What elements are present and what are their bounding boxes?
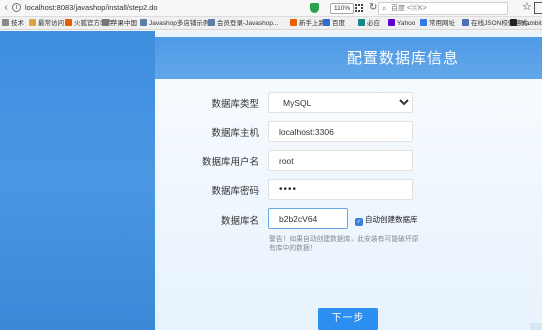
bookmark-item[interactable]: 百度 <box>323 17 345 29</box>
db-password-label: 数据库密码 <box>211 186 259 197</box>
bookmark-favicon-icon <box>323 19 330 26</box>
bookmark-label: Javashop多店铺示例... <box>149 20 215 27</box>
bookmark-item[interactable]: Teambition <box>510 17 542 29</box>
bookmark-label: 最常访问 <box>38 20 64 27</box>
bookmark-label: 百度 <box>332 20 345 27</box>
bookmarks-bar: 技术 最常访问 火狐官方站点 苹果中国 Javashop多店铺示例... 会员登录-Jav… <box>0 17 542 30</box>
bookmark-label: 必应 <box>367 20 380 27</box>
bookmark-item[interactable]: 必应 <box>358 17 380 29</box>
bookmark-label: 常用网址 <box>429 20 455 27</box>
db-host-field[interactable] <box>268 121 413 142</box>
install-page: 配置数据库信息 数据库类型 MySQL ⌄ 数据库主机 数据库用户名 数据库密码 <box>0 31 542 330</box>
reload-icon[interactable]: ↻ <box>369 2 377 14</box>
bookmark-favicon-icon <box>462 19 469 26</box>
db-user-input[interactable] <box>269 151 412 170</box>
search-box[interactable]: ⌕ <box>378 2 508 15</box>
bookmark-favicon-icon <box>208 19 215 26</box>
url-text[interactable]: localhost:8083/javashop/install/step2.do <box>25 2 158 14</box>
db-password-input[interactable] <box>269 180 412 199</box>
bookmark-favicon-icon <box>510 19 517 26</box>
bookmark-item[interactable]: 新手上路 <box>290 17 325 29</box>
checkbox-checked-icon[interactable]: ✓ <box>355 218 363 226</box>
db-config-form: 数据库类型 MySQL ⌄ 数据库主机 数据库用户名 数据库密码 <box>155 79 542 330</box>
resize-corner-icon <box>530 323 542 330</box>
bookmark-item[interactable]: 常用网址 <box>420 17 455 29</box>
bookmark-favicon-icon <box>388 19 395 26</box>
search-icon: ⌕ <box>382 4 387 13</box>
db-user-field[interactable] <box>268 150 413 171</box>
bookmark-favicon-icon <box>358 19 365 26</box>
db-name-input[interactable] <box>269 209 347 228</box>
bookmark-label: 会员登录-Javashop... <box>217 20 279 27</box>
auto-create-label: 自动创建数据库 <box>365 215 418 224</box>
zoom-level[interactable]: 110% <box>330 3 355 14</box>
bookmark-label: 苹果中国 <box>111 20 137 27</box>
db-user-label: 数据库用户名 <box>201 157 259 168</box>
db-password-field[interactable] <box>268 179 413 200</box>
bookmark-favicon-icon <box>102 19 109 26</box>
bookmark-favicon-icon <box>65 19 72 26</box>
back-icon[interactable]: ‹ <box>1 2 11 14</box>
bookmark-label: Yahoo <box>397 20 416 27</box>
row-db-password: 数据库密码 <box>155 179 542 201</box>
bookmark-favicon-icon <box>140 19 147 26</box>
bookmark-item[interactable]: Yahoo <box>388 17 416 29</box>
qr-code-icon[interactable] <box>355 4 363 12</box>
page-title: 配置数据库信息 <box>346 50 459 67</box>
auto-create-checkbox[interactable]: ✓ 自动创建数据库 <box>355 214 418 226</box>
db-type-label: 数据库类型 <box>211 99 259 110</box>
bookmark-favicon-icon <box>290 19 297 26</box>
search-input[interactable] <box>391 4 501 13</box>
db-type-select-wrap[interactable]: MySQL ⌄ <box>268 92 413 113</box>
bookmark-label: 新手上路 <box>299 20 325 27</box>
db-type-select[interactable]: MySQL <box>269 93 412 112</box>
bookmark-item[interactable]: 会员登录-Javashop... <box>208 17 279 29</box>
bookmark-item[interactable]: 最常访问 <box>29 17 64 29</box>
bookmark-label: 技术 <box>11 20 24 27</box>
bookmark-item[interactable]: 技术 <box>2 17 24 29</box>
warning-text: 警告！如果自动创建数据库，此安装有可能破坏原有库中的数据！ <box>269 236 419 252</box>
bookmark-item[interactable]: 苹果中国 <box>102 17 137 29</box>
row-db-user: 数据库用户名 <box>155 150 542 172</box>
bookmark-label: Teambition <box>519 20 542 27</box>
shield-icon[interactable] <box>310 3 319 13</box>
bookmark-star-icon[interactable]: ☆ <box>522 1 532 14</box>
bookmark-favicon-icon <box>2 19 9 26</box>
db-name-field[interactable] <box>268 208 348 229</box>
panel-header: 配置数据库信息 <box>155 37 542 79</box>
db-host-label: 数据库主机 <box>211 128 259 139</box>
row-db-name: 数据库名 ✓自动创建数据库 警告！如果自动创建数据库，此安装有可能破坏原有库中的… <box>155 208 542 268</box>
left-banner <box>0 31 155 330</box>
row-db-host: 数据库主机 <box>155 121 542 143</box>
bookmark-favicon-icon <box>420 19 427 26</box>
site-info-icon[interactable]: i <box>12 3 21 12</box>
browser-toolbar: ‹ i localhost:8083/javashop/install/step… <box>0 0 542 17</box>
library-icon[interactable] <box>534 2 542 14</box>
row-db-type: 数据库类型 MySQL ⌄ <box>155 92 542 114</box>
db-host-input[interactable] <box>269 122 412 141</box>
next-button[interactable]: 下一步 <box>318 308 378 330</box>
bookmark-item[interactable]: Javashop多店铺示例... <box>140 17 215 29</box>
bookmark-favicon-icon <box>29 19 36 26</box>
db-name-label: 数据库名 <box>220 216 259 227</box>
